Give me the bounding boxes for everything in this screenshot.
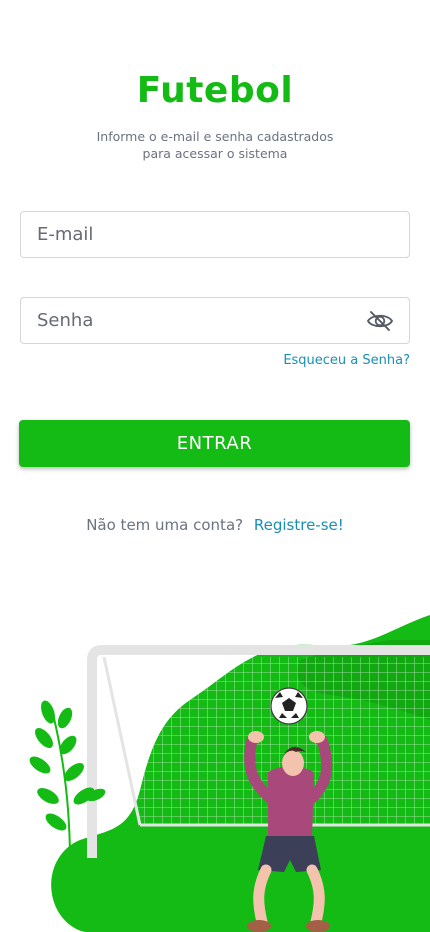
password-input[interactable] — [21, 298, 409, 343]
email-input[interactable] — [21, 212, 409, 257]
eye-slash-icon[interactable] — [365, 307, 395, 335]
password-field[interactable] — [20, 297, 410, 344]
email-field[interactable] — [20, 211, 410, 258]
goalkeeper-illustration — [29, 615, 430, 932]
subtitle-line-1: Informe o e-mail e senha cadastrados — [96, 129, 334, 144]
register-link[interactable]: Registre-se! — [254, 516, 344, 534]
soccer-ball — [270, 687, 308, 725]
login-subtitle: Informe o e-mail e senha cadastrados par… — [0, 128, 430, 162]
register-prompt: Não tem uma conta? — [86, 516, 244, 534]
forgot-password-link[interactable]: Esqueceu a Senha? — [283, 353, 410, 368]
app-title: Futebol — [136, 70, 294, 111]
login-button[interactable]: ENTRAR — [19, 420, 410, 467]
subtitle-line-2: para acessar o sistema — [142, 146, 288, 161]
register-row: Não tem uma conta? Registre-se! — [0, 516, 430, 534]
